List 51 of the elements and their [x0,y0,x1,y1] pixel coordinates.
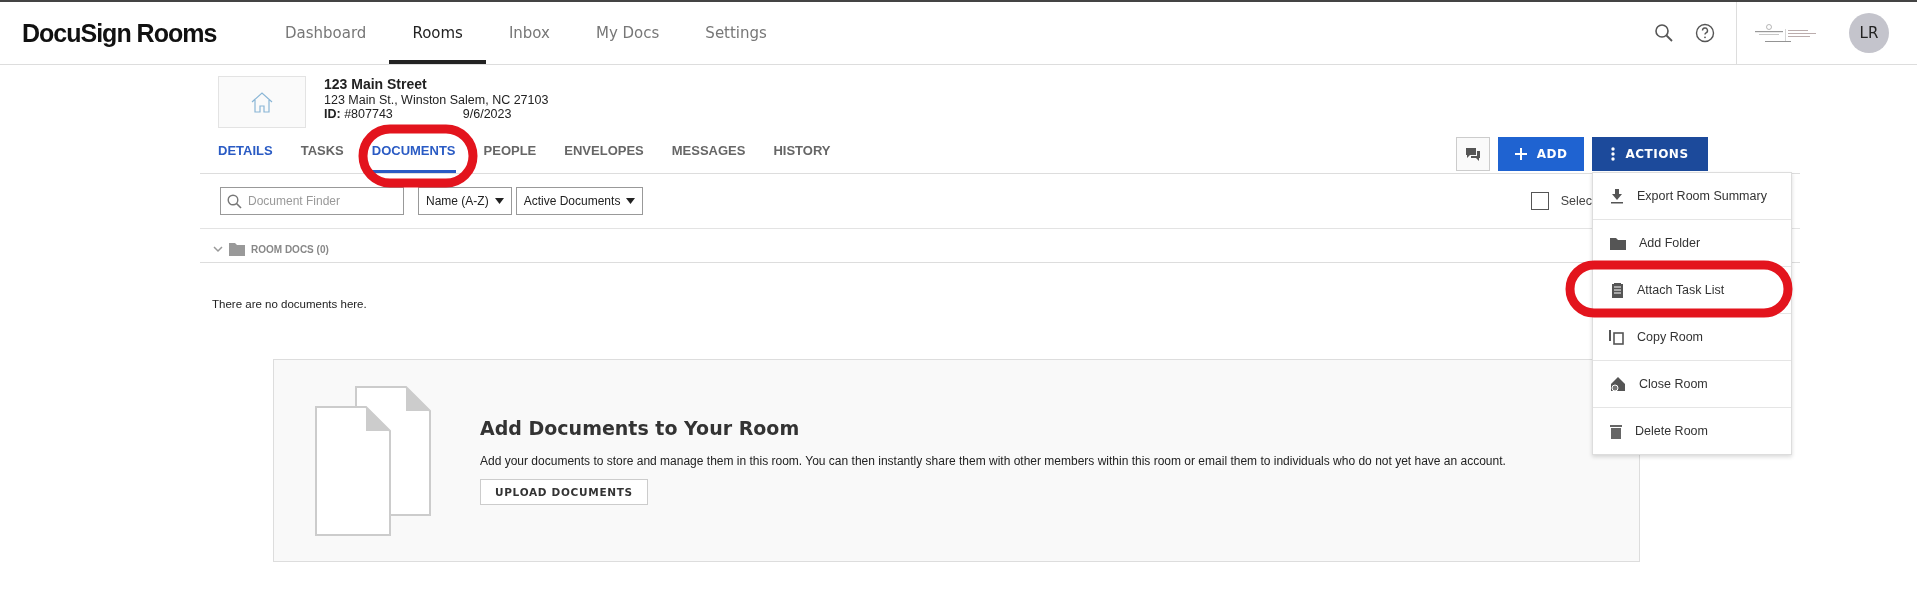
nav-tab[interactable]: Dashboard [262,6,390,64]
search-icon [227,194,242,209]
chevron-icon[interactable] [213,246,223,253]
nav-tab[interactable]: My Docs [572,6,683,64]
room-address: 123 Main St., Winston Salem, NC 27103 [324,93,549,107]
room-tab[interactable]: ENVELOPES [564,143,644,173]
room-tab[interactable]: DETAILS [218,143,273,173]
trash-icon [1609,423,1623,439]
search-icon[interactable] [1654,23,1674,43]
house-lock-icon [1609,376,1627,392]
status-dropdown[interactable]: Active Documents [515,187,644,215]
card-title: Add Documents to Your Room [480,416,800,439]
empty-message: There are no documents here. [212,298,367,310]
document-finder-field[interactable]: Document Finder [220,187,404,215]
room-title: 123 Main Street [324,76,428,93]
nav-tab[interactable]: Settings [682,6,790,64]
copy-icon [1609,329,1625,345]
menu-item[interactable]: Copy Room [1593,314,1791,361]
room-tab[interactable]: HISTORY [773,143,831,173]
add-button[interactable]: ADD [1498,137,1584,171]
caret-icon [494,198,504,204]
folder-name[interactable]: ROOM DOCS (0) [251,244,329,255]
checklist-icon [1609,282,1625,298]
chat-icon [1465,146,1481,162]
menu-item[interactable]: Delete Room [1593,408,1791,454]
room-tab[interactable]: PEOPLE [483,143,537,173]
actions-button[interactable]: ACTIONS [1592,137,1708,171]
select-all-checkbox[interactable] [1530,192,1549,210]
user-avatar[interactable]: LR [1849,13,1889,53]
folder-icon [229,243,245,256]
plus-icon [1514,148,1527,160]
upload-button[interactable]: UPLOAD DOCUMENTS [480,478,648,505]
menu-item[interactable]: Export Room Summary [1593,173,1791,220]
kebab-icon [1611,147,1616,161]
card-text: Add your documents to store and manage them in this room. You can then instantly share them with other members within this room or email them to individuals who do not yet have an account. [480,453,1506,468]
room-tab[interactable]: TASKS [300,143,344,173]
room-tab[interactable]: MESSAGES [671,143,746,173]
created-date: 9/6/2023 [462,107,512,121]
download-icon [1609,188,1625,204]
messages-button[interactable] [1456,137,1490,171]
select-all-label: Selec [1560,194,1592,208]
app-logo[interactable]: DocuSign Rooms [22,18,262,48]
menu-item[interactable]: Close Room [1593,361,1791,408]
caret-icon [626,198,636,204]
help-icon[interactable] [1695,23,1715,43]
room-id: ID: #807743 [324,107,393,121]
nav-tab[interactable]: Inbox [485,6,573,64]
nav-tab[interactable]: Rooms [389,6,486,64]
menu-item[interactable]: Add Folder [1593,220,1791,267]
folder-icon [1609,235,1627,251]
sort-dropdown[interactable]: Name (A-Z) [418,187,512,215]
